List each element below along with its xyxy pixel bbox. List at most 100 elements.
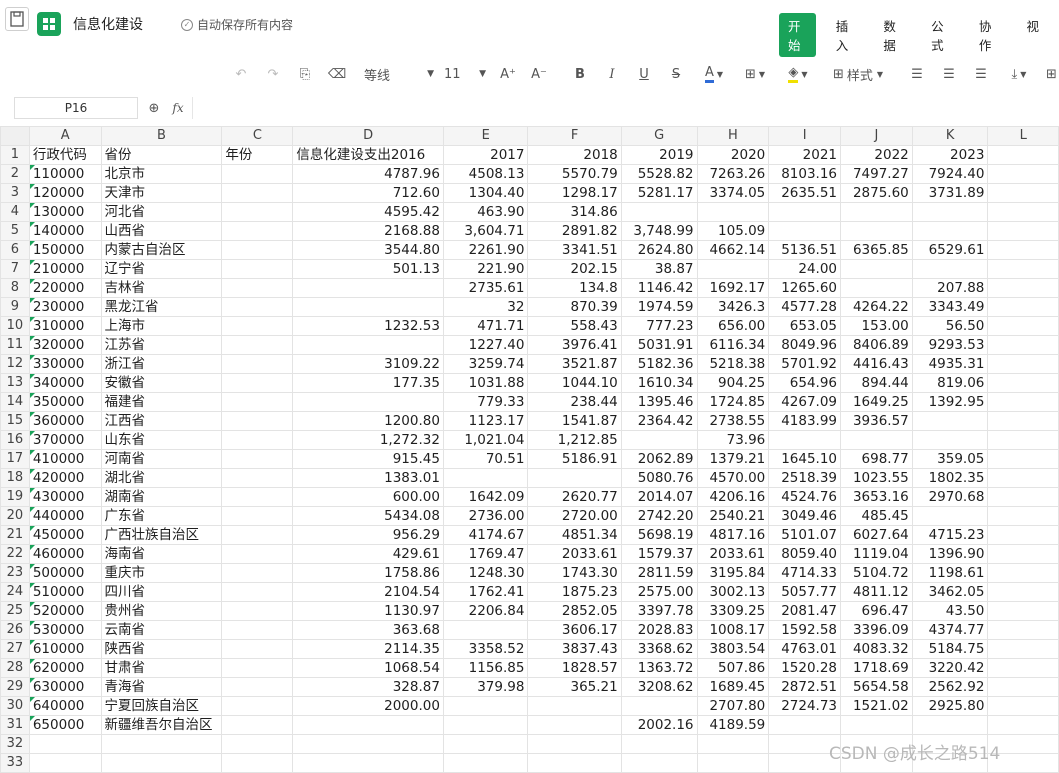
cell-j6[interactable]: 6365.85 <box>840 240 913 260</box>
cell-c12[interactable] <box>221 354 294 374</box>
cell-j13[interactable]: 894.44 <box>840 373 913 393</box>
cell-h16[interactable]: 73.96 <box>696 430 770 450</box>
cell-i12[interactable]: 5701.92 <box>768 354 842 374</box>
cell-b12[interactable]: 浙江省 <box>100 354 223 374</box>
cell-d32[interactable] <box>292 734 444 754</box>
cell-k17[interactable]: 359.05 <box>911 449 989 469</box>
cell-f9[interactable]: 870.39 <box>527 297 622 317</box>
cell-l10[interactable] <box>987 316 1059 336</box>
row-header[interactable]: 28 <box>0 658 30 678</box>
cell-i22[interactable]: 8059.40 <box>768 544 842 564</box>
cell-c28[interactable] <box>221 658 294 678</box>
cell-h4[interactable] <box>696 202 770 222</box>
cell-d24[interactable]: 2104.54 <box>292 582 444 602</box>
cell-a15[interactable]: 360000 <box>28 411 102 431</box>
cell-h17[interactable]: 1379.21 <box>696 449 770 469</box>
cell-l8[interactable] <box>987 278 1059 298</box>
cell-c31[interactable] <box>221 715 294 735</box>
cell-f27[interactable]: 3837.43 <box>527 639 622 659</box>
cell-b30[interactable]: 宁夏回族自治区 <box>100 696 223 716</box>
cell-g6[interactable]: 2624.80 <box>620 240 698 260</box>
border-icon[interactable]: ⊞ ▼ <box>740 64 770 84</box>
cell-c13[interactable] <box>221 373 294 393</box>
row-header[interactable]: 12 <box>0 354 30 374</box>
cell-e9[interactable]: 32 <box>442 297 529 317</box>
column-header-d[interactable]: D <box>292 126 444 146</box>
cell-i29[interactable]: 2872.51 <box>768 677 842 697</box>
cell-g5[interactable]: 3,748.99 <box>620 221 698 241</box>
cell-i30[interactable]: 2724.73 <box>768 696 842 716</box>
cell-b29[interactable]: 青海省 <box>100 677 223 697</box>
cell-b21[interactable]: 广西壮族自治区 <box>100 525 223 545</box>
cell-b18[interactable]: 湖北省 <box>100 468 223 488</box>
cell-c22[interactable] <box>221 544 294 564</box>
cell-d2[interactable]: 4787.96 <box>292 164 444 184</box>
row-header[interactable]: 29 <box>0 677 30 697</box>
cell-a8[interactable]: 220000 <box>28 278 102 298</box>
cell-k24[interactable]: 3462.05 <box>911 582 989 602</box>
cell-e31[interactable] <box>442 715 529 735</box>
cell-e33[interactable] <box>442 753 529 773</box>
cell-b31[interactable]: 新疆维吾尔自治区 <box>100 715 223 735</box>
cell-b4[interactable]: 河北省 <box>100 202 223 222</box>
cell-l20[interactable] <box>987 506 1059 526</box>
cell-a32[interactable] <box>28 734 102 754</box>
cell-k16[interactable] <box>911 430 989 450</box>
cell-b11[interactable]: 江苏省 <box>100 335 223 355</box>
format-painter-icon[interactable]: ⎘ <box>296 64 314 84</box>
cell-c10[interactable] <box>221 316 294 336</box>
cell-b32[interactable] <box>100 734 223 754</box>
cell-g27[interactable]: 3368.62 <box>620 639 698 659</box>
cell-c20[interactable] <box>221 506 294 526</box>
row-header[interactable]: 15 <box>0 411 30 431</box>
row-header[interactable]: 13 <box>0 373 30 393</box>
cell-h7[interactable] <box>696 259 770 279</box>
cell-d28[interactable]: 1068.54 <box>292 658 444 678</box>
cell-e32[interactable] <box>442 734 529 754</box>
cell-h2[interactable]: 7263.26 <box>696 164 770 184</box>
cell-k27[interactable]: 5184.75 <box>911 639 989 659</box>
column-header-f[interactable]: F <box>527 126 622 146</box>
cell-i17[interactable]: 1645.10 <box>768 449 842 469</box>
cell-c33[interactable] <box>221 753 294 773</box>
row-header[interactable]: 24 <box>0 582 30 602</box>
cell-j23[interactable]: 5104.72 <box>840 563 913 583</box>
cell-a7[interactable]: 210000 <box>28 259 102 279</box>
cell-c23[interactable] <box>221 563 294 583</box>
cell-i31[interactable] <box>768 715 842 735</box>
cell-h27[interactable]: 3803.54 <box>696 639 770 659</box>
cell-j10[interactable]: 153.00 <box>840 316 913 336</box>
cell-j22[interactable]: 1119.04 <box>840 544 913 564</box>
cell-j11[interactable]: 8406.89 <box>840 335 913 355</box>
cell-d4[interactable]: 4595.42 <box>292 202 444 222</box>
cell-e19[interactable]: 1642.09 <box>442 487 529 507</box>
cell-a16[interactable]: 370000 <box>28 430 102 450</box>
cell-g19[interactable]: 2014.07 <box>620 487 698 507</box>
cell-l13[interactable] <box>987 373 1059 393</box>
cell-k25[interactable]: 43.50 <box>911 601 989 621</box>
cell-g16[interactable] <box>620 430 698 450</box>
strikethrough-icon[interactable]: S <box>667 64 685 84</box>
cell-f10[interactable]: 558.43 <box>527 316 622 336</box>
cell-l19[interactable] <box>987 487 1059 507</box>
cell-c3[interactable] <box>221 183 294 203</box>
cell-e6[interactable]: 2261.90 <box>442 240 529 260</box>
font-size-select[interactable]: 11 ▼ <box>444 64 486 84</box>
cell-i1[interactable]: 2021 <box>768 145 842 165</box>
cell-k13[interactable]: 819.06 <box>911 373 989 393</box>
cell-k12[interactable]: 4935.31 <box>911 354 989 374</box>
cell-f18[interactable] <box>527 468 622 488</box>
cell-e30[interactable] <box>442 696 529 716</box>
cell-f23[interactable]: 1743.30 <box>527 563 622 583</box>
cell-i27[interactable]: 4763.01 <box>768 639 842 659</box>
cell-h22[interactable]: 2033.61 <box>696 544 770 564</box>
cell-a26[interactable]: 530000 <box>28 620 102 640</box>
cell-k5[interactable] <box>911 221 989 241</box>
cell-i7[interactable]: 24.00 <box>768 259 842 279</box>
column-header-j[interactable]: J <box>840 126 913 146</box>
cell-k6[interactable]: 6529.61 <box>911 240 989 260</box>
cell-g23[interactable]: 2811.59 <box>620 563 698 583</box>
sheet-grid[interactable]: ABCDEFGHIJKL 1 行政代码 省份 年份 信息化建设支出2016 2017 201… <box>0 126 1059 773</box>
cell-a19[interactable]: 430000 <box>28 487 102 507</box>
cell-c7[interactable] <box>221 259 294 279</box>
